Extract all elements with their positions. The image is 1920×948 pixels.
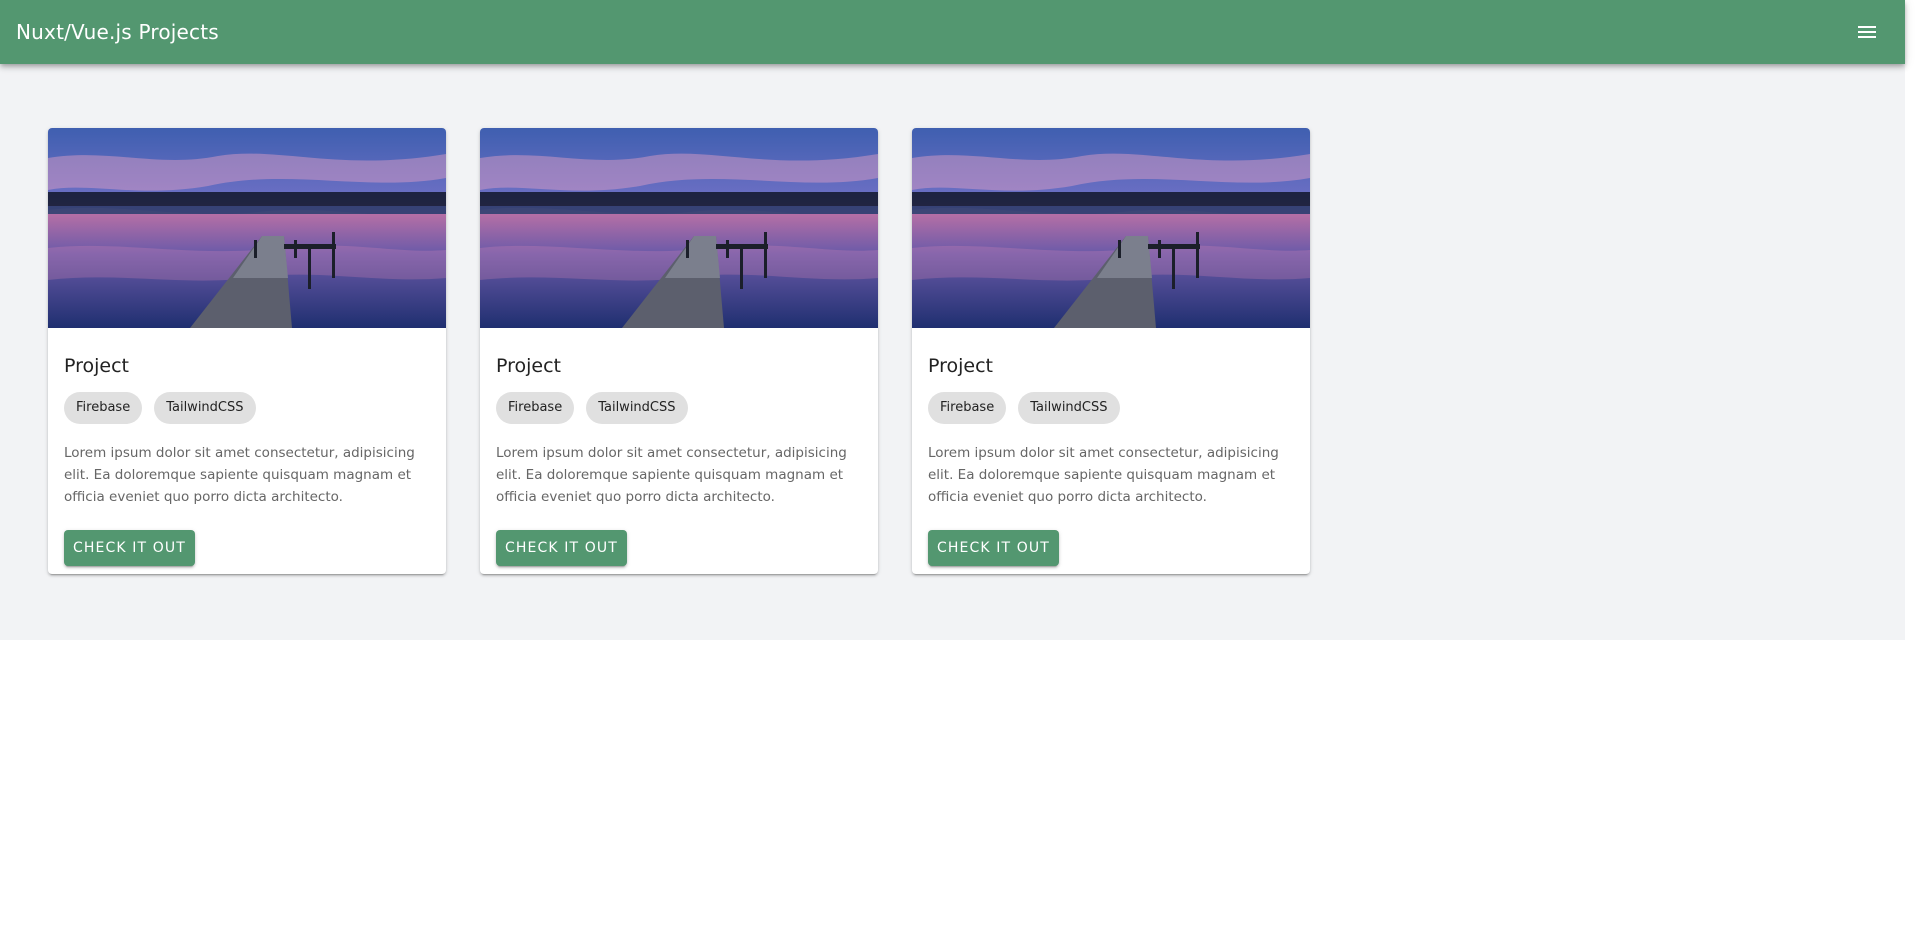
app-bar: Nuxt/Vue.js Projects [0, 0, 1905, 64]
card-title: Project [928, 355, 994, 377]
tag-chip[interactable]: TailwindCSS [154, 392, 256, 424]
card-description: Lorem ipsum dolor sit amet consectetur, … [928, 445, 1279, 505]
app-root: Nuxt/Vue.js Projects Project Firebase Ta… [0, 0, 1905, 948]
card-description: Lorem ipsum dolor sit amet consectetur, … [496, 445, 847, 505]
hamburger-menu-icon[interactable] [1855, 20, 1879, 44]
card-title: Project [496, 355, 562, 377]
card-description: Lorem ipsum dolor sit amet consectetur, … [64, 445, 415, 505]
check-it-out-button[interactable]: CHECK IT OUT [928, 530, 1059, 566]
tag-chip[interactable]: TailwindCSS [1018, 392, 1120, 424]
project-card: Project Firebase TailwindCSS Lorem ipsum… [480, 128, 878, 574]
project-image [48, 128, 446, 328]
projects-section: Project Firebase TailwindCSS Lorem ipsum… [0, 64, 1905, 640]
card-title: Project [64, 355, 130, 377]
tag-chip[interactable]: Firebase [928, 392, 1007, 424]
project-image [480, 128, 878, 328]
project-card: Project Firebase TailwindCSS Lorem ipsum… [912, 128, 1310, 574]
tag-chip[interactable]: TailwindCSS [586, 392, 688, 424]
check-it-out-button[interactable]: CHECK IT OUT [496, 530, 627, 566]
check-it-out-button[interactable]: CHECK IT OUT [64, 530, 195, 566]
project-image [912, 128, 1310, 328]
app-title: Nuxt/Vue.js Projects [16, 20, 219, 44]
tag-chip[interactable]: Firebase [64, 392, 143, 424]
tag-chip[interactable]: Firebase [496, 392, 575, 424]
card-tags: Firebase TailwindCSS [64, 392, 256, 424]
project-card: Project Firebase TailwindCSS Lorem ipsum… [48, 128, 446, 574]
card-tags: Firebase TailwindCSS [928, 392, 1120, 424]
card-tags: Firebase TailwindCSS [496, 392, 688, 424]
